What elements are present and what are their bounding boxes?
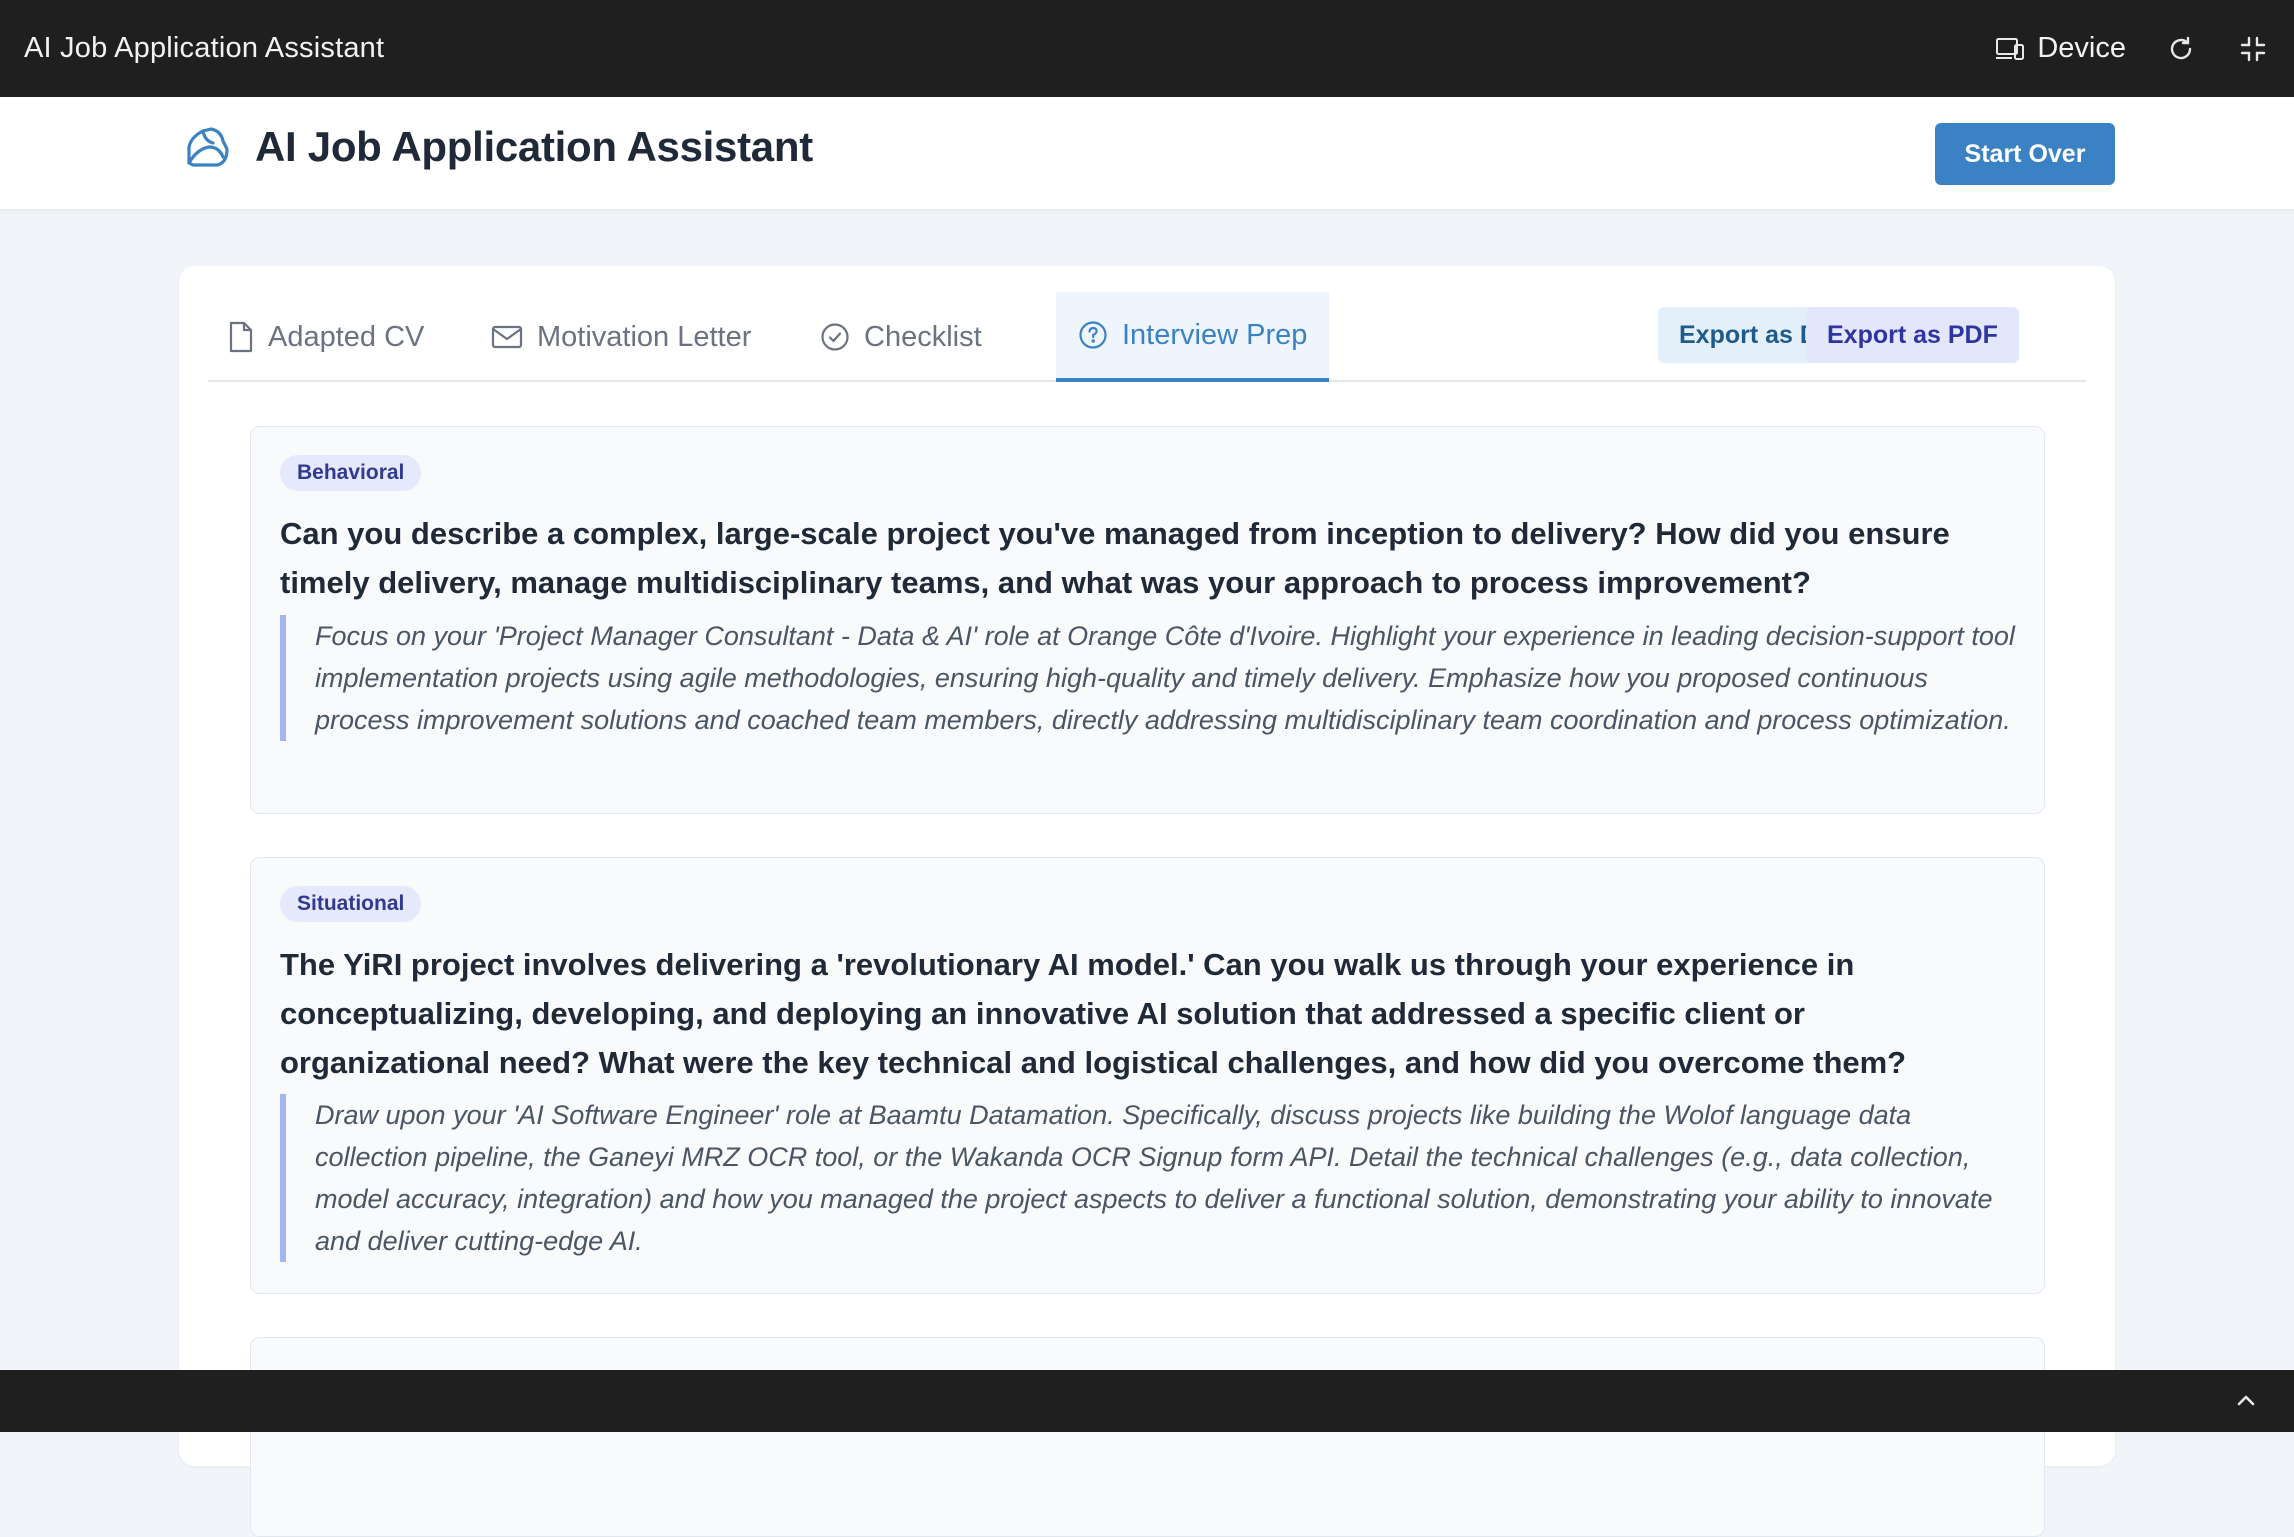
refresh-icon[interactable]	[2164, 32, 2198, 66]
answer-tip: Draw upon your 'AI Software Engineer' ro…	[280, 1094, 2020, 1262]
question-card	[250, 1337, 2045, 1537]
chevron-up-icon[interactable]	[2234, 1390, 2258, 1415]
tab-label: Adapted CV	[268, 320, 425, 353]
tab-interview-prep[interactable]: Interview Prep	[1056, 292, 1330, 382]
logo-icon	[187, 127, 229, 167]
question-card: Behavioral Can you describe a complex, l…	[250, 426, 2045, 814]
tab-bar: Adapted CV Motivation Letter Checklist I…	[208, 292, 2086, 382]
tab-label: Checklist	[864, 320, 982, 353]
main-card: Adapted CV Motivation Letter Checklist I…	[179, 266, 2115, 1537]
tab-checklist[interactable]: Checklist	[820, 292, 982, 382]
tab-motivation-letter[interactable]: Motivation Letter	[491, 292, 751, 382]
tab-label: Interview Prep	[1122, 318, 1308, 351]
category-badge: Situational	[280, 886, 422, 922]
answer-tip: Focus on your 'Project Manager Consultan…	[280, 615, 2020, 741]
device-button[interactable]: Device	[1993, 32, 2126, 66]
window-controls: Device	[1993, 32, 2270, 66]
tab-adapted-cv[interactable]: Adapted CV	[228, 292, 424, 382]
mail-icon	[491, 325, 523, 349]
question-text: The YiRI project involves delivering a '…	[280, 947, 1907, 1080]
category-badge: Behavioral	[280, 455, 422, 491]
question-circle-icon	[1079, 321, 1107, 349]
window-title: AI Job Application Assistant	[24, 32, 385, 64]
page-title: AI Job Application Assistant	[255, 123, 813, 170]
question-card: Situational The YiRI project involves de…	[250, 857, 2045, 1294]
window-titlebar: AI Job Application Assistant Device	[0, 0, 2294, 97]
collapse-icon[interactable]	[2236, 32, 2270, 66]
tab-label: Motivation Letter	[537, 320, 752, 353]
export-pdf-button[interactable]: Export as PDF	[1806, 307, 2019, 363]
bottom-bar	[0, 1370, 2294, 1432]
document-icon	[229, 321, 253, 353]
device-icon	[1993, 32, 2027, 66]
question-text: Can you describe a complex, large-scale …	[280, 516, 1950, 600]
brand: AI Job Application Assistant	[183, 123, 813, 171]
device-label: Device	[2037, 32, 2126, 64]
check-circle-icon	[821, 323, 849, 351]
app-header: AI Job Application Assistant Start Over	[0, 97, 2294, 210]
start-over-button[interactable]: Start Over	[1935, 123, 2115, 185]
